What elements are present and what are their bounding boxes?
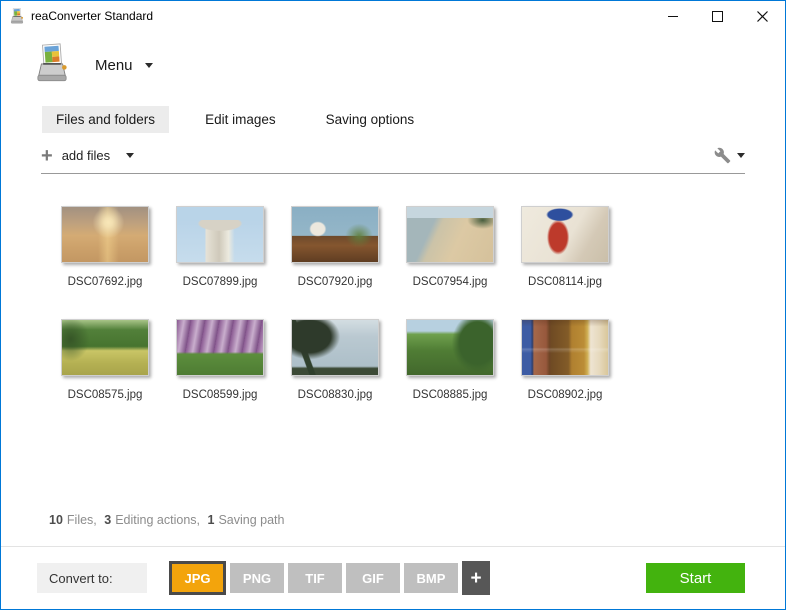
wrench-icon <box>714 147 731 164</box>
app-printer-photo-icon <box>9 8 25 24</box>
tab-bar: Files and folders Edit images Saving opt… <box>42 106 785 133</box>
maximize-icon <box>712 11 723 22</box>
bottom-bar: Convert to: JPGPNGTIFGIFBMP + Start <box>1 546 785 609</box>
file-grid: DSC07692.jpg DSC07899.jpg DSC07920.jpg D… <box>61 206 785 401</box>
file-thumbnail[interactable] <box>521 206 609 263</box>
menu-label: Menu <box>95 57 133 74</box>
plus-icon: + <box>41 149 53 163</box>
file-item[interactable]: DSC08575.jpg <box>61 319 149 401</box>
app-window: reaConverter Standard <box>0 0 786 610</box>
file-name: DSC07954.jpg <box>406 276 494 288</box>
tab-edit-images[interactable]: Edit images <box>191 106 290 133</box>
saving-path-label: Saving path <box>218 513 284 527</box>
menu-button[interactable]: Menu <box>37 43 785 88</box>
file-thumbnail[interactable] <box>291 206 379 263</box>
printer-photo-icon <box>37 43 67 88</box>
saving-path-count: 1 <box>207 513 214 527</box>
file-item[interactable]: DSC08114.jpg <box>521 206 609 288</box>
convert-to-label: Convert to: <box>37 563 147 593</box>
editing-actions-label: Editing actions, <box>115 513 200 527</box>
caret-down-icon <box>126 153 134 158</box>
close-button[interactable] <box>740 1 785 31</box>
file-item[interactable]: DSC08885.jpg <box>406 319 494 401</box>
file-name: DSC08114.jpg <box>521 276 609 288</box>
file-item[interactable]: DSC07899.jpg <box>176 206 264 288</box>
format-button-tif[interactable]: TIF <box>288 563 342 593</box>
add-files-label: add files <box>62 148 110 163</box>
file-name: DSC07692.jpg <box>61 276 149 288</box>
file-thumbnail[interactable] <box>61 319 149 376</box>
file-name: DSC07920.jpg <box>291 276 379 288</box>
caret-down-icon <box>737 153 745 158</box>
format-button-row: JPGPNGTIFGIFBMP <box>169 561 462 595</box>
file-thumbnail[interactable] <box>61 206 149 263</box>
file-name: DSC08902.jpg <box>521 389 609 401</box>
files-count: 10 <box>49 513 63 527</box>
file-item[interactable]: DSC08830.jpg <box>291 319 379 401</box>
format-button-gif[interactable]: GIF <box>346 563 400 593</box>
file-name: DSC08575.jpg <box>61 389 149 401</box>
window-controls <box>650 1 785 31</box>
minimize-icon <box>668 16 678 17</box>
status-summary: 10 Files, 3 Editing actions, 1 Saving path <box>49 513 288 527</box>
file-thumbnail[interactable] <box>406 319 494 376</box>
file-thumbnail[interactable] <box>176 206 264 263</box>
file-item[interactable]: DSC08902.jpg <box>521 319 609 401</box>
caret-down-icon <box>145 63 153 68</box>
add-files-button[interactable]: + add files <box>41 148 134 163</box>
file-name: DSC08830.jpg <box>291 389 379 401</box>
file-thumbnail[interactable] <box>406 206 494 263</box>
add-format-button[interactable]: + <box>462 561 490 595</box>
maximize-button[interactable] <box>695 1 740 31</box>
settings-menu-button[interactable] <box>714 147 745 164</box>
tab-files-and-folders[interactable]: Files and folders <box>42 106 169 133</box>
file-name: DSC07899.jpg <box>176 276 264 288</box>
start-button[interactable]: Start <box>646 563 745 593</box>
format-button-png[interactable]: PNG <box>230 563 284 593</box>
file-item[interactable]: DSC08599.jpg <box>176 319 264 401</box>
window-title: reaConverter Standard <box>31 9 153 23</box>
files-label: Files, <box>67 513 97 527</box>
file-thumbnail[interactable] <box>176 319 264 376</box>
tab-saving-options[interactable]: Saving options <box>312 106 429 133</box>
title-bar: reaConverter Standard <box>1 1 785 31</box>
minimize-button[interactable] <box>650 1 695 31</box>
file-item[interactable]: DSC07920.jpg <box>291 206 379 288</box>
file-thumbnail[interactable] <box>291 319 379 376</box>
format-button-bmp[interactable]: BMP <box>404 563 458 593</box>
editing-actions-count: 3 <box>104 513 111 527</box>
file-item[interactable]: DSC07954.jpg <box>406 206 494 288</box>
file-thumbnail[interactable] <box>521 319 609 376</box>
close-icon <box>757 11 768 22</box>
file-name: DSC08885.jpg <box>406 389 494 401</box>
file-name: DSC08599.jpg <box>176 389 264 401</box>
file-item[interactable]: DSC07692.jpg <box>61 206 149 288</box>
toolbar: + add files <box>41 147 745 174</box>
format-button-jpg[interactable]: JPG <box>169 561 226 595</box>
